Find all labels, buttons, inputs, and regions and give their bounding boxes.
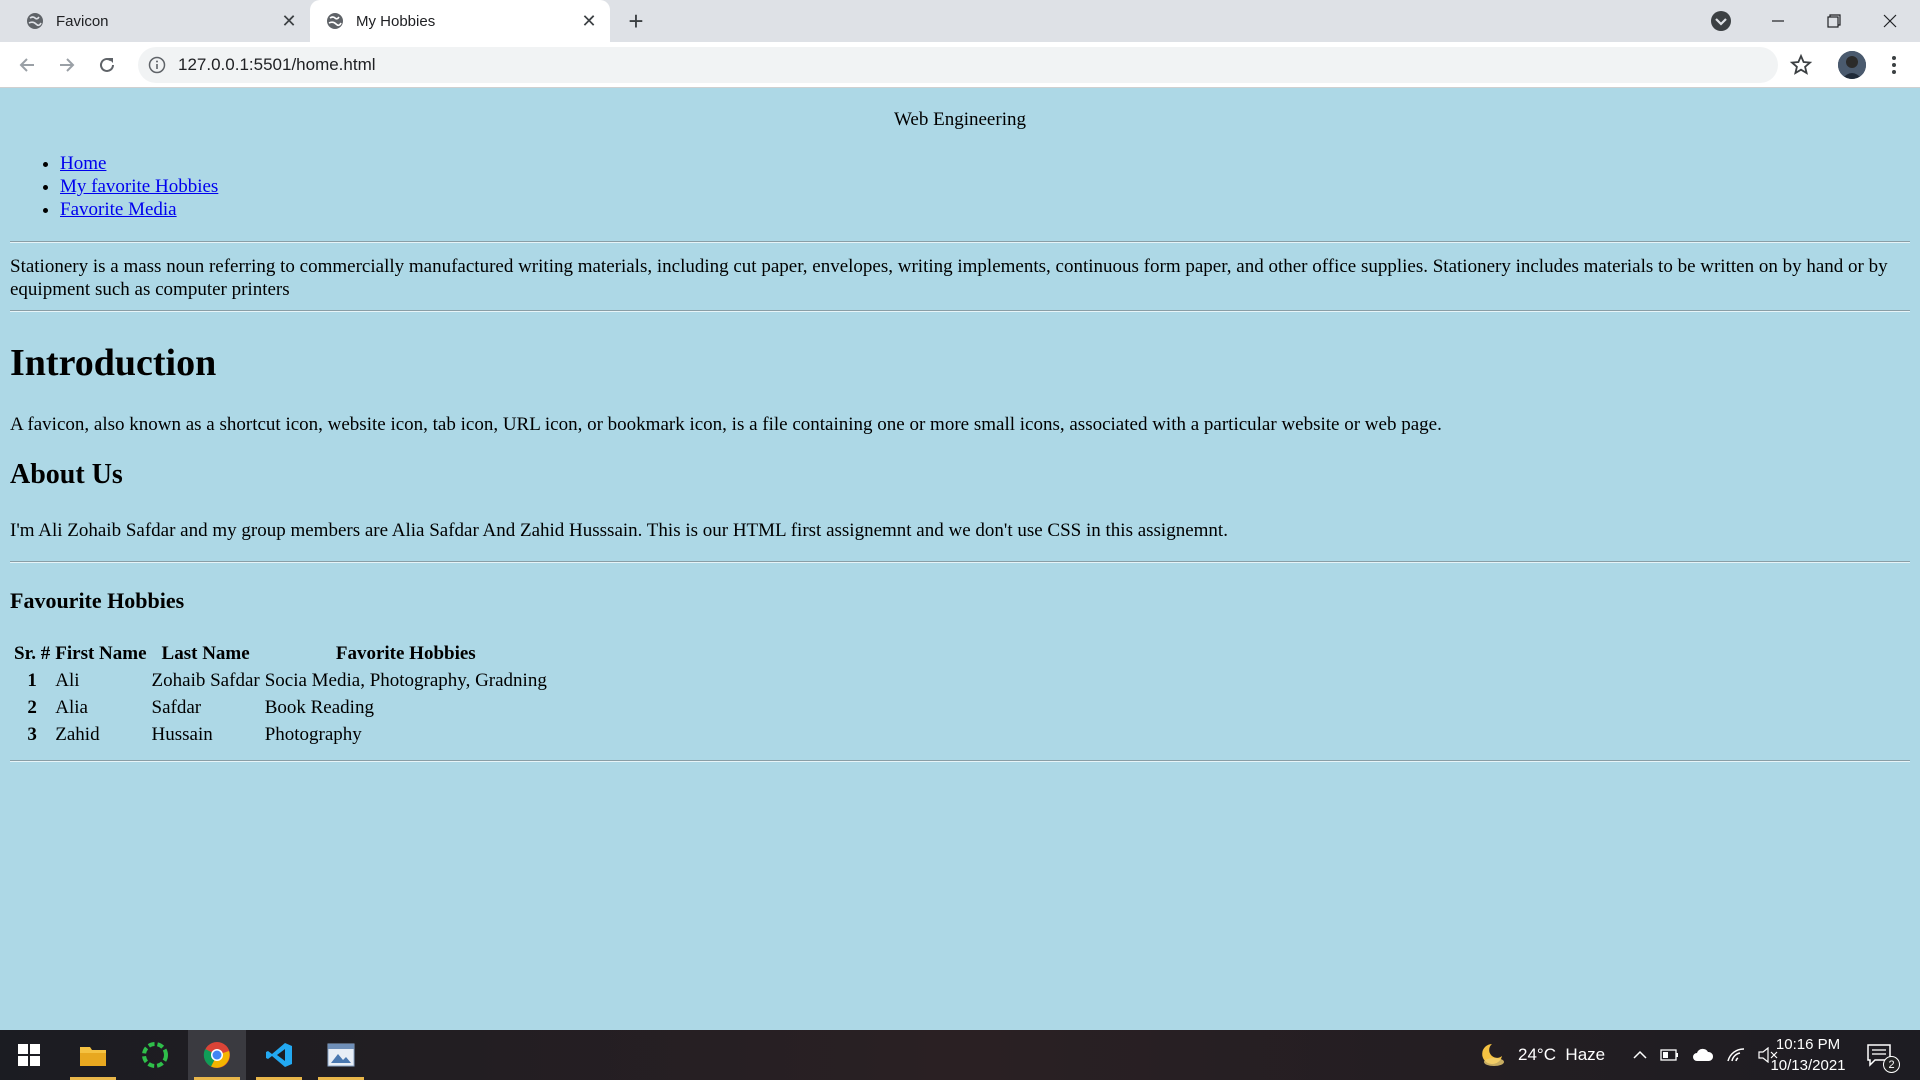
nav-item-hobbies: My favorite Hobbies	[60, 175, 218, 198]
divider	[10, 760, 1910, 762]
photos-app-icon[interactable]	[312, 1030, 370, 1080]
divider	[10, 561, 1910, 563]
table-row: 1 Ali Zohaib Safdar Socia Media, Photogr…	[13, 669, 548, 693]
column-header: First Name	[55, 643, 147, 664]
table-cell: 1	[27, 670, 37, 691]
windows-taskbar: 24°C Haze 10:16 PM 10/13/2021 2	[0, 1030, 1920, 1080]
table-row: 3 Zahid Hussain Photography	[13, 723, 548, 747]
close-window-icon[interactable]	[1862, 0, 1918, 42]
weather-widget[interactable]: 24°C Haze	[1478, 1030, 1605, 1080]
nav-item-home: Home	[60, 152, 218, 175]
column-header: Sr. #	[14, 643, 51, 664]
table-cell: Alia	[55, 697, 88, 718]
restore-icon[interactable]	[1806, 0, 1862, 42]
close-tab-icon[interactable]: ✕	[276, 8, 302, 34]
clock-time: 10:16 PM	[1775, 1036, 1841, 1053]
chevron-up-icon[interactable]	[1632, 1047, 1648, 1063]
table-cell: Safdar	[151, 697, 202, 718]
close-tab-icon[interactable]: ✕	[576, 8, 602, 34]
clock-date: 10/13/2021	[1770, 1057, 1846, 1074]
clock[interactable]: 10:16 PM 10/13/2021	[1768, 1034, 1848, 1076]
globe-icon	[326, 12, 344, 30]
table-row: 2 Alia Safdar Book Reading	[13, 696, 548, 720]
nav-item-media: Favorite Media	[60, 198, 218, 221]
windows-start-icon[interactable]	[0, 1030, 58, 1080]
table-cell: Hussain	[151, 724, 213, 745]
reload-icon[interactable]	[92, 50, 122, 80]
table-cell: Book Reading	[264, 697, 374, 718]
wifi-icon[interactable]	[1726, 1047, 1746, 1063]
address-bar[interactable]: 127.0.0.1:5501/home.html	[138, 47, 1778, 83]
tab-label: Favicon	[56, 12, 109, 30]
browser-toolbar: 127.0.0.1:5501/home.html	[0, 42, 1920, 88]
back-arrow-icon[interactable]	[12, 50, 42, 80]
site-nav: Home My favorite Hobbies Favorite Media	[60, 152, 218, 221]
notification-icon: 2	[1866, 1043, 1900, 1073]
table-header-row: Sr. # First Name Last Name Favorite Hobb…	[13, 642, 548, 666]
about-paragraph: I'm Ali Zohaib Safdar and my group membe…	[10, 520, 1228, 541]
tab-label: My Hobbies	[356, 12, 436, 30]
divider	[10, 310, 1910, 312]
onedrive-cloud-icon[interactable]	[1692, 1048, 1714, 1062]
table-cell: 2	[27, 697, 37, 718]
notification-center[interactable]: 2	[1866, 1030, 1900, 1080]
introduction-heading: Introduction	[10, 342, 217, 384]
weather-text: 24°C Haze	[1518, 1045, 1606, 1064]
new-tab-icon[interactable]: +	[620, 6, 652, 36]
divider	[10, 241, 1910, 243]
tab-my-hobbies[interactable]: My Hobbies ✕	[310, 0, 610, 42]
nav-link-hobbies[interactable]: My favorite Hobbies	[60, 176, 218, 197]
table-cell: 3	[27, 724, 37, 745]
table-cell: Socia Media, Photography, Gradning	[264, 670, 547, 691]
table-cell: Ali	[55, 670, 80, 691]
stationery-paragraph: Stationery is a mass noun referring to c…	[10, 256, 1888, 300]
about-heading: About Us	[10, 459, 123, 490]
table-cell: Zohaib Safdar	[151, 670, 260, 691]
forward-arrow-icon[interactable]	[52, 50, 82, 80]
hobbies-heading: Favourite Hobbies	[10, 588, 185, 613]
tab-search-icon[interactable]	[1708, 8, 1734, 34]
nav-link-home[interactable]: Home	[60, 153, 106, 174]
moon-cloud-icon	[1478, 1042, 1506, 1068]
circle-app-icon[interactable]	[126, 1030, 184, 1080]
minimize-icon[interactable]	[1750, 0, 1806, 42]
table-cell: Photography	[264, 724, 362, 745]
introduction-paragraph: A favicon, also known as a shortcut icon…	[10, 414, 1442, 435]
column-header: Last Name	[161, 643, 250, 664]
web-page: Web Engineering Home My favorite Hobbies…	[0, 89, 1920, 1029]
site-info-icon[interactable]	[148, 56, 166, 74]
vscode-icon[interactable]	[250, 1030, 308, 1080]
more-options-icon[interactable]	[1880, 51, 1908, 79]
nav-link-media[interactable]: Favorite Media	[60, 199, 177, 220]
bookmark-star-icon[interactable]	[1788, 52, 1814, 78]
site-title: Web Engineering	[894, 109, 1026, 130]
url-text: 127.0.0.1:5501/home.html	[178, 55, 376, 74]
globe-icon	[26, 12, 44, 30]
tab-bar: Favicon ✕ My Hobbies ✕ +	[0, 0, 1920, 42]
notification-count-badge: 2	[1883, 1056, 1900, 1073]
hobbies-table: Sr. # First Name Last Name Favorite Hobb…	[10, 639, 551, 750]
file-explorer-icon[interactable]	[64, 1030, 122, 1080]
chrome-icon[interactable]	[188, 1030, 246, 1080]
tab-favicon[interactable]: Favicon ✕	[10, 0, 310, 42]
column-header: Favorite Hobbies	[335, 643, 476, 664]
system-tray	[1626, 1030, 1784, 1080]
profile-avatar[interactable]	[1838, 51, 1866, 79]
table-cell: Zahid	[55, 724, 100, 745]
battery-icon[interactable]	[1660, 1048, 1680, 1062]
